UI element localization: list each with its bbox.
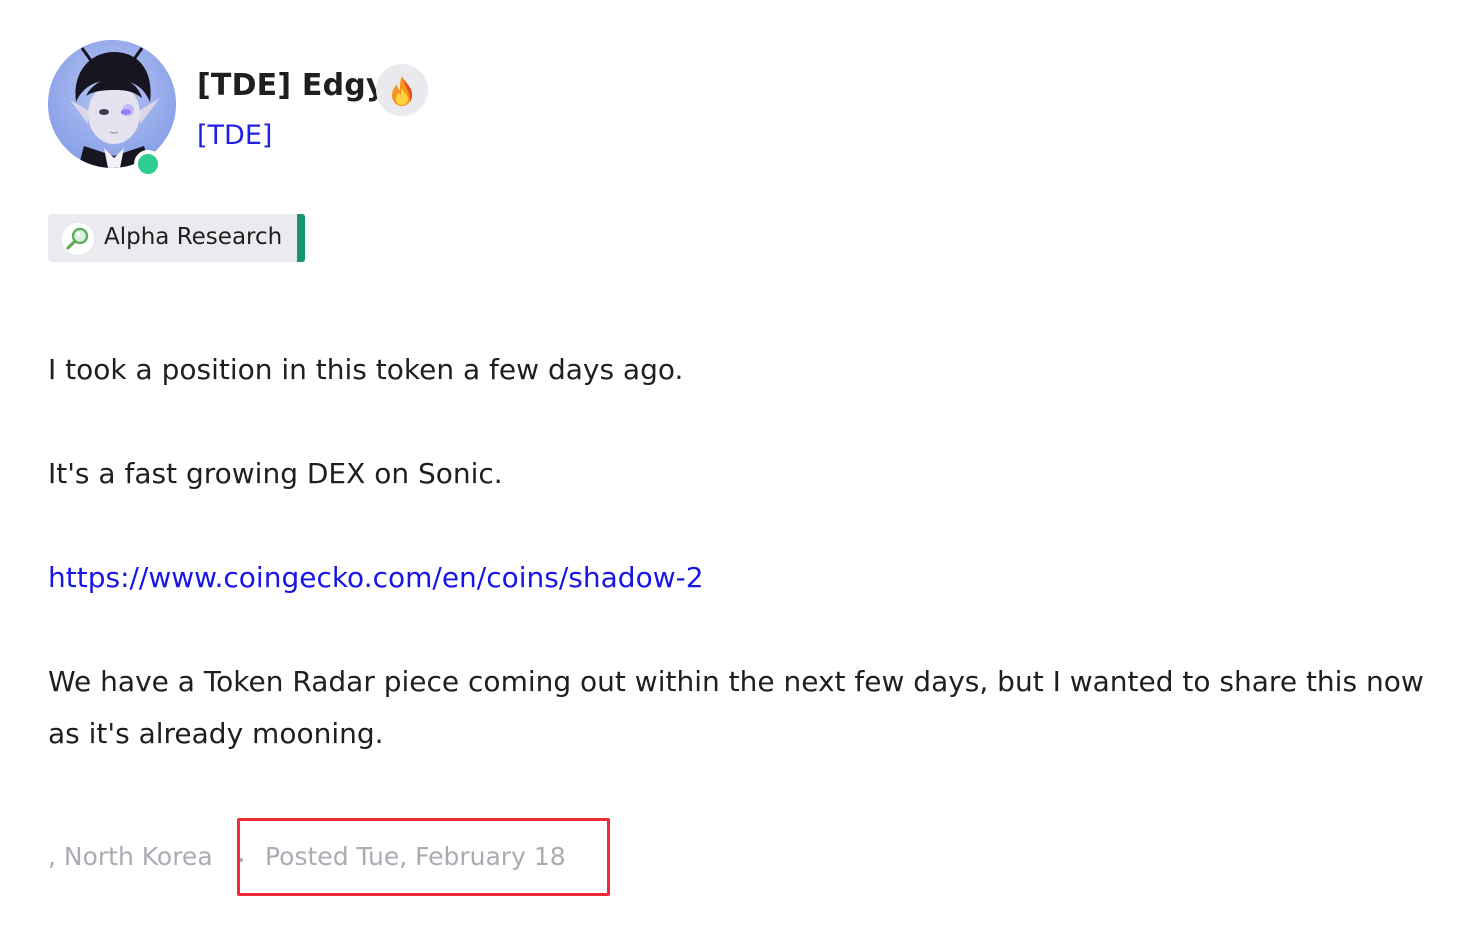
post-paragraph: We have a Token Radar piece coming out w…	[48, 665, 1424, 750]
post-link[interactable]: https://www.coingecko.com/en/coins/shado…	[48, 552, 704, 604]
highlight-box	[237, 818, 610, 896]
author-group-link[interactable]: [TDE]	[197, 120, 272, 151]
avatar[interactable]	[48, 40, 176, 168]
post-paragraph: It's a fast growing DEX on Sonic.	[48, 457, 503, 490]
tag-icon-wrap	[62, 223, 94, 255]
fire-icon	[392, 76, 412, 106]
flair-badge[interactable]	[376, 64, 428, 116]
post-location: , North Korea	[48, 842, 213, 871]
author-header: [TDE] Edgy [TDE]	[48, 40, 648, 178]
magnifier-icon	[66, 227, 89, 250]
post-card: [TDE] Edgy [TDE] Alpha Research I took a…	[0, 0, 1484, 928]
online-status-indicator	[134, 150, 162, 178]
tag-label: Alpha Research	[104, 224, 283, 250]
author-name[interactable]: [TDE] Edgy	[197, 68, 386, 103]
avatar-illustration	[48, 40, 176, 168]
post-paragraph: I took a position in this token a few da…	[48, 353, 684, 386]
category-tag[interactable]: Alpha Research	[48, 214, 305, 262]
tag-accent-bar	[297, 214, 305, 262]
